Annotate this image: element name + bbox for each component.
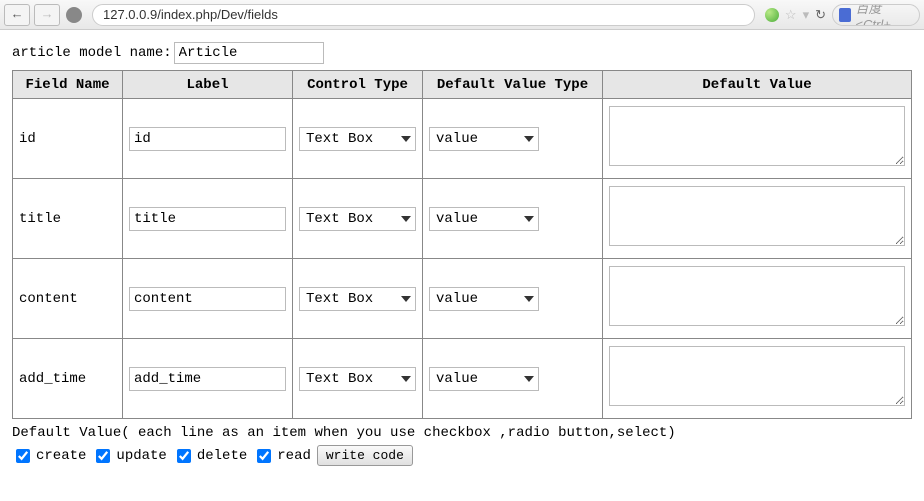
write-code-button[interactable]: write code (317, 445, 413, 466)
th-field-name: Field Name (13, 71, 123, 99)
cell-field-name: content (13, 259, 123, 339)
cell-label (123, 99, 293, 179)
th-label: Label (123, 71, 293, 99)
control-type-value: Text Box (306, 291, 373, 307)
control-type-select[interactable]: Text Box (299, 367, 416, 391)
url-text: 127.0.0.9/index.php/Dev/fields (103, 7, 278, 22)
search-box[interactable]: 百度 <Ctrl+ (832, 4, 920, 26)
model-name-input[interactable] (174, 42, 324, 64)
cell-default-value-type: value (423, 99, 603, 179)
default-value-hint: Default Value( each line as an item when… (12, 425, 912, 441)
default-value-type-select[interactable]: value (429, 367, 539, 391)
cell-label (123, 179, 293, 259)
checkbox-read-input[interactable] (257, 449, 271, 463)
default-value-type-select[interactable]: value (429, 207, 539, 231)
baidu-icon (839, 8, 851, 22)
default-value-textarea[interactable] (609, 186, 905, 246)
default-value-type-select[interactable]: value (429, 127, 539, 151)
globe-icon (66, 7, 82, 23)
cell-field-name: title (13, 179, 123, 259)
cell-control-type: Text Box (293, 339, 423, 419)
cell-field-name: id (13, 99, 123, 179)
cell-field-name: add_time (13, 339, 123, 419)
label-input[interactable] (129, 207, 286, 231)
checkbox-delete-input[interactable] (177, 449, 191, 463)
cell-label (123, 259, 293, 339)
table-row: add_time Text Box value (13, 339, 912, 419)
browser-toolbar: ← → 127.0.0.9/index.php/Dev/fields ☆ ▾ ↻… (0, 0, 924, 30)
cell-default-value (603, 179, 912, 259)
checkbox-update-input[interactable] (96, 449, 110, 463)
chevron-down-icon (401, 376, 411, 382)
control-type-value: Text Box (306, 371, 373, 387)
arrow-left-icon: ← (13, 7, 21, 22)
cell-default-value-type: value (423, 339, 603, 419)
toolbar-right-icons: ☆ ▾ ↻ 百度 <Ctrl+ (765, 4, 920, 26)
default-value-type-select[interactable]: value (429, 287, 539, 311)
default-value-textarea[interactable] (609, 106, 905, 166)
forward-button[interactable]: → (34, 4, 60, 26)
control-type-select[interactable]: Text Box (299, 127, 416, 151)
control-type-select[interactable]: Text Box (299, 287, 416, 311)
cell-default-value-type: value (423, 259, 603, 339)
checkbox-create-input[interactable] (16, 449, 30, 463)
control-type-select[interactable]: Text Box (299, 207, 416, 231)
chevron-down-icon (401, 216, 411, 222)
default-value-type-value: value (436, 371, 478, 387)
arrow-right-icon: → (43, 7, 51, 22)
table-row: content Text Box value (13, 259, 912, 339)
th-default-value-type: Default Value Type (423, 71, 603, 99)
checkbox-update-label: update (116, 448, 166, 464)
table-header-row: Field Name Label Control Type Default Va… (13, 71, 912, 99)
model-name-label: article model name: (12, 45, 172, 61)
table-row: title Text Box value (13, 179, 912, 259)
default-value-type-value: value (436, 211, 478, 227)
page-content: article model name: Field Name Label Con… (0, 30, 924, 478)
table-row: id Text Box value (13, 99, 912, 179)
cell-control-type: Text Box (293, 99, 423, 179)
cell-control-type: Text Box (293, 259, 423, 339)
status-dot-icon[interactable] (765, 8, 779, 22)
th-control-type: Control Type (293, 71, 423, 99)
actions-row: create update delete read write code (12, 445, 912, 466)
chevron-down-icon (401, 136, 411, 142)
cell-default-value (603, 339, 912, 419)
cell-default-value (603, 259, 912, 339)
chevron-down-icon (524, 136, 534, 142)
label-input[interactable] (129, 367, 286, 391)
checkbox-read-label: read (277, 448, 311, 464)
chevron-down-icon (401, 296, 411, 302)
bookmark-star-icon[interactable]: ☆ (785, 7, 797, 23)
label-input[interactable] (129, 127, 286, 151)
back-button[interactable]: ← (4, 4, 30, 26)
url-bar[interactable]: 127.0.0.9/index.php/Dev/fields (92, 4, 755, 26)
chevron-down-icon (524, 376, 534, 382)
model-name-row: article model name: (12, 42, 912, 64)
label-input[interactable] (129, 287, 286, 311)
cell-default-value-type: value (423, 179, 603, 259)
checkbox-create-label: create (36, 448, 86, 464)
default-value-type-value: value (436, 131, 478, 147)
search-placeholder: 百度 <Ctrl+ (855, 4, 913, 26)
default-value-type-value: value (436, 291, 478, 307)
chevron-down-icon (524, 216, 534, 222)
cell-control-type: Text Box (293, 179, 423, 259)
checkbox-create[interactable]: create (12, 446, 86, 466)
default-value-textarea[interactable] (609, 346, 905, 406)
checkbox-delete[interactable]: delete (173, 446, 247, 466)
cell-label (123, 339, 293, 419)
cell-default-value (603, 99, 912, 179)
fields-table: Field Name Label Control Type Default Va… (12, 70, 912, 419)
chevron-down-icon (524, 296, 534, 302)
default-value-textarea[interactable] (609, 266, 905, 326)
checkbox-read[interactable]: read (253, 446, 311, 466)
checkbox-delete-label: delete (197, 448, 247, 464)
th-default-value: Default Value (603, 71, 912, 99)
reload-icon[interactable]: ↻ (815, 7, 826, 23)
dropdown-caret-icon[interactable]: ▾ (803, 7, 810, 23)
checkbox-update[interactable]: update (92, 446, 166, 466)
control-type-value: Text Box (306, 211, 373, 227)
control-type-value: Text Box (306, 131, 373, 147)
